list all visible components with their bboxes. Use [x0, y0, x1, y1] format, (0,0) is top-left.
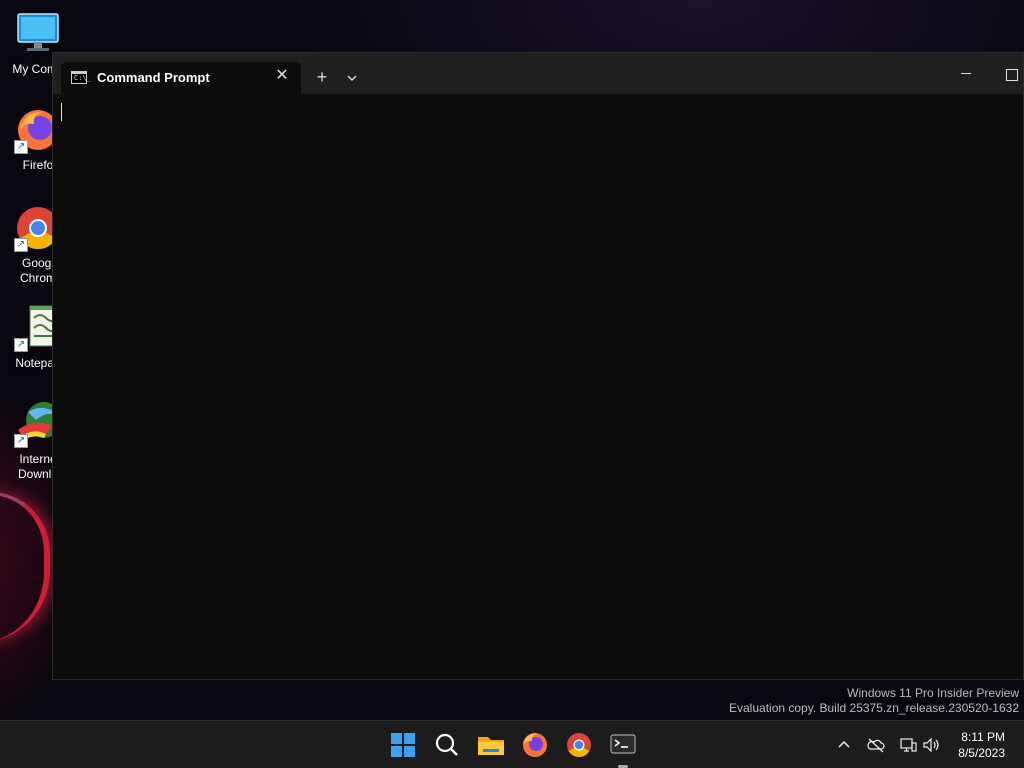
firefox-taskbar-button[interactable] — [519, 729, 551, 761]
chrome-taskbar-button[interactable] — [563, 729, 595, 761]
volume-button[interactable] — [921, 735, 941, 755]
shortcut-arrow-icon: ↗ — [14, 434, 28, 448]
chevron-down-icon — [347, 75, 357, 81]
windows-watermark: Windows 11 Pro Insider Preview Evaluatio… — [729, 686, 1019, 716]
firefox-icon — [523, 733, 547, 757]
tab-dropdown-button[interactable] — [341, 67, 363, 89]
file-explorer-icon — [478, 737, 504, 755]
text-cursor — [61, 103, 62, 121]
watermark-build: Evaluation copy. Build 25375.zn_release.… — [729, 701, 1019, 715]
tab-command-prompt[interactable]: C:\_ Command Prompt ✕ — [61, 62, 301, 94]
system-clock[interactable]: 8:11 PM 8/5/2023 — [958, 729, 1005, 761]
chrome-icon — [567, 733, 591, 758]
show-hidden-icons-button[interactable] — [834, 735, 854, 755]
file-explorer-button[interactable] — [475, 729, 507, 761]
taskbar: 8:11 PM 8/5/2023 — [0, 720, 1024, 768]
shortcut-arrow-icon: ↗ — [14, 140, 28, 154]
tab-title: Command Prompt — [97, 70, 210, 85]
clock-time: 8:11 PM — [961, 730, 1005, 744]
search-button[interactable] — [431, 729, 463, 761]
plus-icon: + — [316, 67, 328, 87]
new-tab-button[interactable]: + — [311, 66, 333, 88]
onedrive-button[interactable] — [866, 735, 886, 755]
terminal-window[interactable]: C:\_ Command Prompt ✕ + — [52, 52, 1024, 680]
title-bar[interactable]: C:\_ Command Prompt ✕ + — [53, 53, 1023, 94]
chevron-up-icon — [838, 740, 850, 748]
clock-date: 8/5/2023 — [958, 746, 1005, 760]
console-area[interactable] — [53, 94, 1023, 679]
shortcut-arrow-icon: ↗ — [14, 338, 28, 352]
onedrive-icon — [867, 738, 885, 753]
start-button[interactable] — [387, 729, 419, 761]
tab-icon-text: C:\_ — [74, 74, 91, 82]
shortcut-arrow-icon: ↗ — [14, 238, 28, 252]
monitor-icon — [14, 10, 62, 58]
network-button[interactable] — [898, 735, 918, 755]
volume-icon — [923, 737, 939, 753]
search-icon — [435, 733, 458, 756]
maximize-button[interactable] — [998, 63, 1024, 85]
minimize-button[interactable] — [951, 63, 981, 85]
close-icon: ✕ — [275, 67, 289, 84]
command-prompt-icon: C:\_ — [71, 71, 91, 84]
network-icon — [900, 738, 917, 752]
wallpaper-glow — [0, 492, 50, 642]
start-icon — [391, 733, 415, 757]
terminal-icon — [610, 734, 636, 754]
close-tab-button[interactable]: ✕ — [273, 67, 291, 85]
terminal-taskbar-button[interactable] — [607, 729, 639, 768]
watermark-edition: Windows 11 Pro Insider Preview — [847, 686, 1019, 700]
